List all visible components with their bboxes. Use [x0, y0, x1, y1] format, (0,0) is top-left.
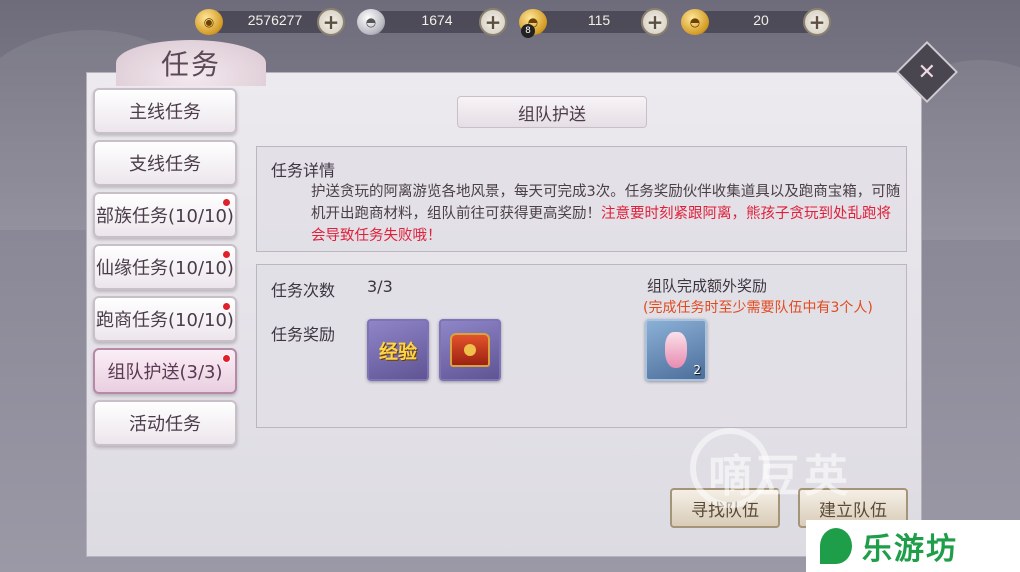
sidebar-item-label: 组队护送(3/3) [107, 362, 223, 383]
item-count: 2 [693, 363, 701, 377]
extra-reward-label: 组队完成额外奖励 [647, 277, 768, 295]
copper-coin-icon: ◉ [195, 9, 223, 35]
detail-heading: 任务详情 [271, 161, 336, 180]
copper-currency: ◉ 2576277 + [195, 8, 355, 38]
sidebar-item-fate-quest[interactable]: 仙缘任务(10/10) [93, 244, 237, 290]
count-value: 3/3 [367, 277, 393, 296]
sidebar-item-main-quest[interactable]: 主线任务 [93, 88, 237, 134]
detail-description: 护送贪玩的阿离游览各地风景，每天可完成3次。任务奖励伙伴收集道具以及跑商宝箱，可… [311, 181, 901, 247]
add-bound-gold-button[interactable]: + [641, 8, 669, 36]
gold-ingot-icon: ◓ [681, 9, 709, 35]
extra-reward-note: (完成任务时至少需要队伍中有3个人) [643, 300, 873, 316]
count-label: 任务次数 [271, 281, 336, 300]
currency-bar: ◉ 2576277 + ◓ 1674 + ◓ 8 115 + ◓ 20 + [195, 8, 835, 38]
sidebar-item-team-escort[interactable]: 组队护送(3/3) [93, 348, 237, 394]
exp-reward-item[interactable]: 经验 [367, 319, 429, 381]
bound-gold-value: 115 [587, 12, 611, 28]
sidebar-item-tribe-quest[interactable]: 部族任务(10/10) [93, 192, 237, 238]
treasure-chest-reward-item[interactable] [439, 319, 501, 381]
quest-reward-box: 任务次数 3/3 任务奖励 组队完成额外奖励 (完成任务时至少需要队伍中有3个人… [256, 264, 907, 428]
silver-ingot-icon: ◓ [357, 9, 385, 35]
exp-icon: 经验 [378, 340, 417, 363]
sidebar-item-label: 主线任务 [129, 102, 201, 123]
reward-label: 任务奖励 [271, 325, 336, 344]
notification-dot [222, 198, 231, 207]
logo-text: 乐游坊 [862, 532, 958, 567]
sidebar-item-label: 支线任务 [129, 154, 201, 175]
treasure-chest-icon [450, 333, 490, 367]
add-gold-button[interactable]: + [803, 8, 831, 36]
notification-dot [222, 250, 231, 259]
watermark-text: 嘀豆英 [708, 451, 852, 502]
notification-dot [222, 302, 231, 311]
vase-icon [665, 332, 687, 368]
silver-currency: ◓ 1674 + [357, 8, 517, 38]
section-title: 组队护送 [457, 96, 647, 128]
leaf-logo-icon [820, 528, 852, 564]
notification-dot [222, 354, 231, 363]
close-icon: ✕ [917, 59, 937, 85]
add-silver-button[interactable]: + [479, 8, 507, 36]
gold-value: 20 [753, 12, 769, 28]
window-title: 任务 [116, 40, 266, 86]
sidebar-item-label: 仙缘任务(10/10) [96, 258, 234, 279]
sidebar-item-trade-quest[interactable]: 跑商任务(10/10) [93, 296, 237, 342]
sidebar-item-label: 跑商任务(10/10) [96, 310, 234, 331]
copper-value: 2576277 [247, 12, 303, 28]
bound-badge: 8 [521, 24, 535, 38]
sidebar-item-label: 部族任务(10/10) [96, 206, 234, 227]
quest-category-list: 主线任务 支线任务 部族任务(10/10) 仙缘任务(10/10) 跑商任务(1… [93, 88, 239, 452]
vase-reward-item[interactable]: 2 [645, 319, 707, 381]
sidebar-item-side-quest[interactable]: 支线任务 [93, 140, 237, 186]
sidebar-item-label: 活动任务 [129, 414, 201, 435]
add-copper-button[interactable]: + [317, 8, 345, 36]
sidebar-item-event-quest[interactable]: 活动任务 [93, 400, 237, 446]
silver-value: 1674 [421, 12, 453, 28]
quest-detail-box: 任务详情 护送贪玩的阿离游览各地风景，每天可完成3次。任务奖励伙伴收集道具以及跑… [256, 146, 907, 252]
gold-currency: ◓ 20 + [681, 8, 841, 38]
site-logo: 乐游坊 [806, 520, 1020, 572]
bound-gold-currency: ◓ 8 115 + [519, 8, 679, 38]
